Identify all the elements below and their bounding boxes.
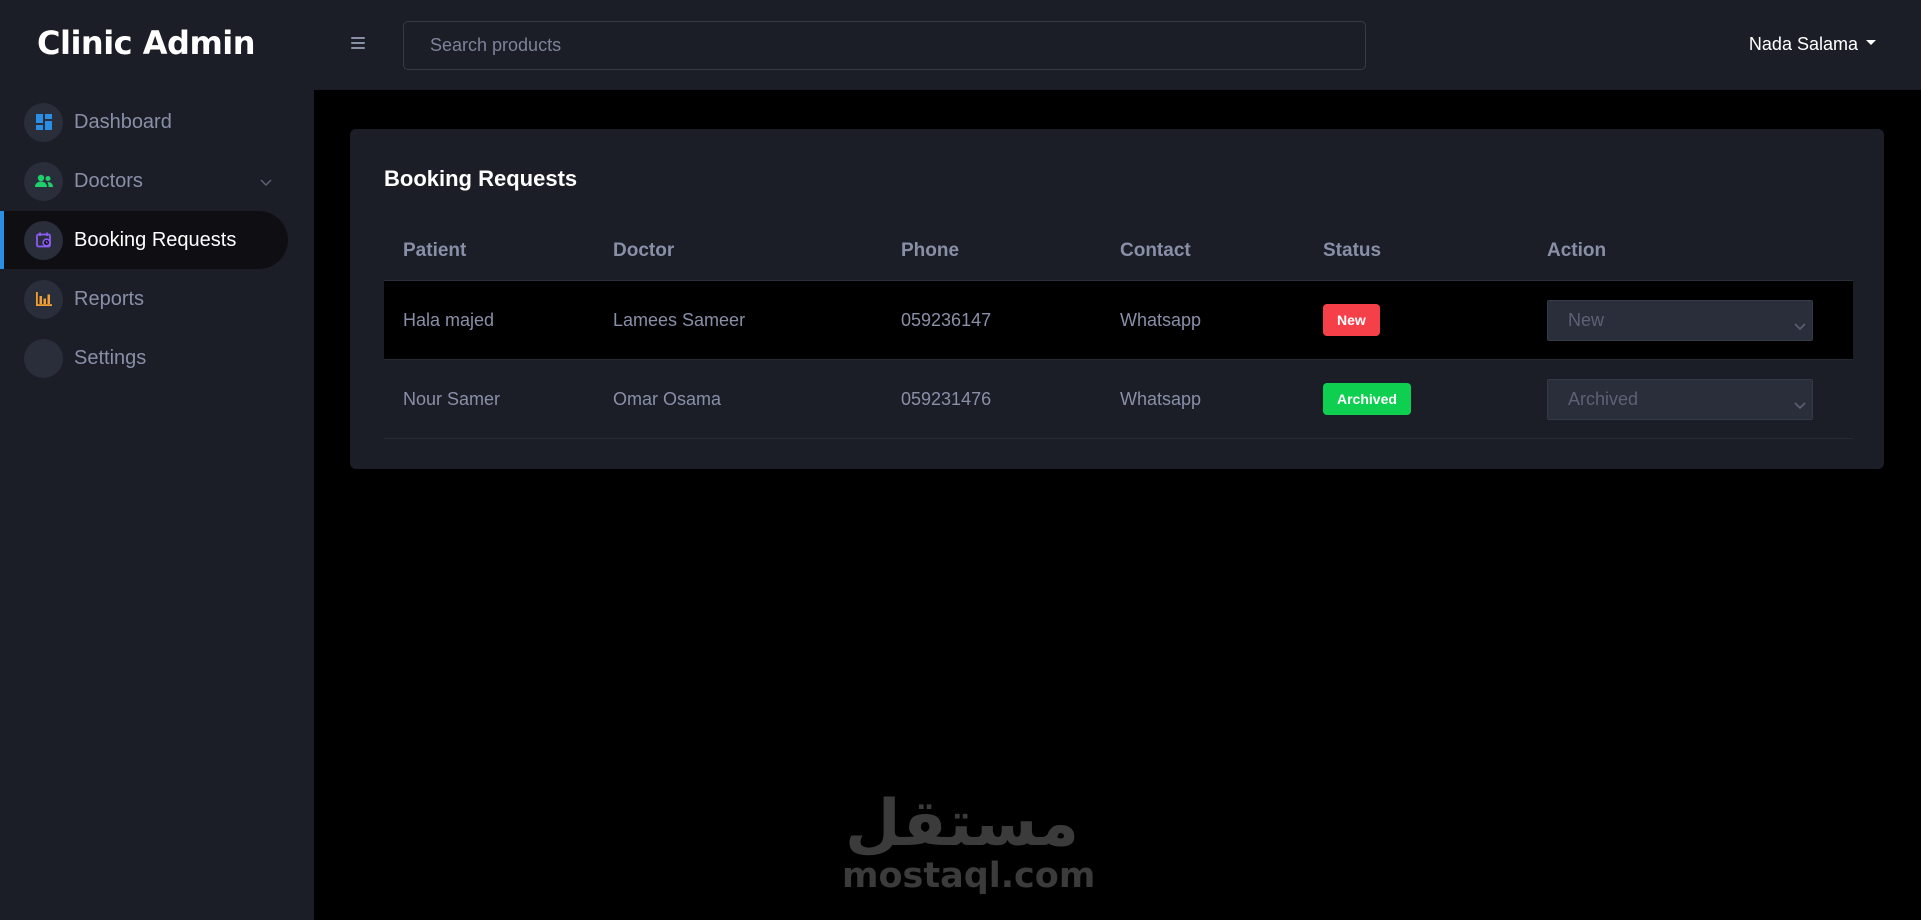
doctor-cell: Omar Osama — [613, 388, 722, 409]
sidebar-item-reports[interactable]: Reports — [0, 270, 288, 328]
sidebar-item-settings[interactable]: Settings — [0, 329, 288, 387]
booking-requests-card: Booking Requests Patient Doctor Phone Co… — [350, 129, 1884, 469]
sidebar-item-label: Settings — [74, 346, 147, 369]
column-header-phone: Phone — [901, 239, 960, 261]
patient-cell: Nour Samer — [403, 388, 501, 409]
calendar-icon — [24, 220, 63, 260]
status-select-value: New — [1568, 309, 1605, 330]
status-select-value: Archived — [1568, 388, 1639, 409]
column-header-status: Status — [1323, 239, 1382, 261]
chevron-down-icon — [1794, 394, 1806, 415]
search-input[interactable] — [403, 21, 1366, 70]
sidebar-item-doctors[interactable]: Doctors — [0, 152, 288, 210]
bookings-table: Patient Doctor Phone Contact Status Acti… — [384, 221, 1853, 439]
status-select[interactable]: Archived — [1547, 378, 1813, 420]
column-header-action: Action — [1547, 239, 1607, 261]
table-header: Patient Doctor Phone Contact Status Acti… — [384, 221, 1853, 281]
contact-cell: Whatsapp — [1120, 309, 1202, 330]
sidebar-nav: Dashboard Doctors Booking Requests Repor… — [0, 93, 314, 388]
page-title: Booking Requests — [384, 166, 578, 191]
sidebar-item-booking-requests[interactable]: Booking Requests — [0, 211, 288, 269]
sidebar-item-dashboard[interactable]: Dashboard — [0, 93, 288, 151]
sidebar-item-label: Reports — [74, 287, 145, 310]
menu-toggle-icon[interactable] — [351, 37, 365, 49]
settings-icon — [24, 338, 63, 378]
status-badge: New — [1323, 304, 1380, 336]
sidebar-item-label: Doctors — [74, 169, 143, 192]
column-header-doctor: Doctor — [613, 239, 675, 261]
column-header-patient: Patient — [403, 239, 467, 261]
chevron-down-icon — [1794, 315, 1806, 336]
watermark-logo: مستقل mostaql.com — [842, 784, 1096, 896]
status-select[interactable]: New — [1547, 299, 1813, 341]
user-menu[interactable]: Nada Salama — [1749, 34, 1876, 55]
user-name: Nada Salama — [1748, 34, 1858, 54]
doctor-cell: Lamees Sameer — [613, 309, 746, 330]
contact-cell: Whatsapp — [1120, 388, 1202, 409]
app-title: Clinic Admin — [37, 24, 256, 62]
table-row: Hala majed Lamees Sameer 059236147 Whats… — [384, 281, 1853, 360]
caret-down-icon — [1866, 40, 1876, 45]
patient-cell: Hala majed — [403, 309, 495, 330]
bar-chart-icon — [24, 279, 63, 319]
watermark-latin: mostaql.com — [842, 856, 1096, 896]
topbar: Nada Salama — [314, 0, 1921, 90]
dashboard-icon — [24, 102, 63, 142]
column-header-contact: Contact — [1120, 239, 1191, 261]
phone-cell: 059231476 — [901, 388, 992, 409]
phone-cell: 059236147 — [901, 309, 992, 330]
watermark-arabic: مستقل — [844, 787, 1080, 861]
sidebar-item-label: Dashboard — [74, 110, 172, 133]
users-icon — [24, 161, 63, 201]
sidebar-item-label: Booking Requests — [74, 228, 237, 251]
sidebar: Clinic Admin Dashboard Doctors Booking R… — [0, 0, 314, 920]
status-badge: Archived — [1323, 383, 1411, 415]
chevron-down-icon — [260, 174, 272, 192]
table-row: Nour Samer Omar Osama 059231476 Whatsapp… — [384, 360, 1853, 439]
